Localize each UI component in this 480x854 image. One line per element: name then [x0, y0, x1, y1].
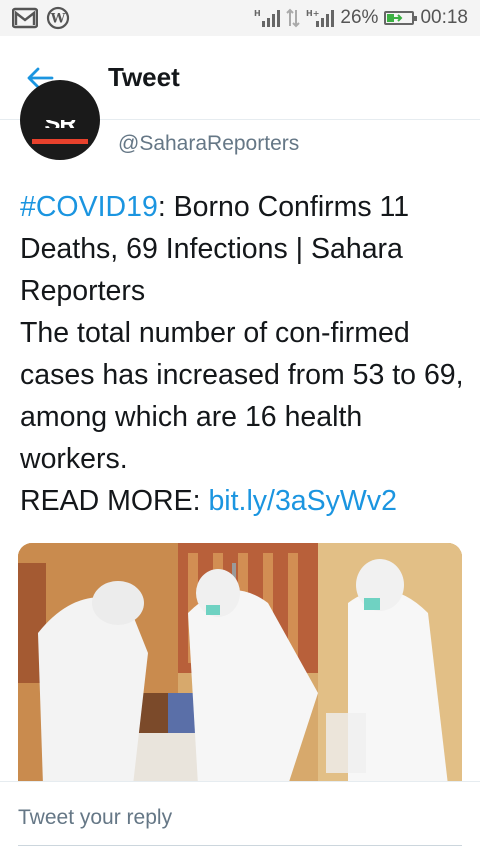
page-title: Tweet	[108, 62, 180, 92]
svg-text:W: W	[50, 12, 66, 27]
hashtag-link[interactable]: #COVID19	[20, 191, 158, 223]
read-more-label: READ MORE:	[20, 485, 209, 517]
author-handle[interactable]: @SaharaReporters	[118, 132, 299, 156]
avatar-initials: SR	[20, 120, 100, 128]
status-right: H H+ 26% 00:18	[254, 7, 468, 29]
reply-input[interactable]: Tweet your reply	[18, 806, 462, 846]
status-bar: W H H+ 26% 00:18	[0, 0, 480, 36]
battery-charging-icon	[384, 11, 418, 25]
article-link[interactable]: bit.ly/3aSyWv2	[208, 485, 396, 517]
wordpress-icon: W	[46, 6, 70, 30]
tweet-text: #COVID19: Borno Confirms 11 Deaths, 69 I…	[20, 186, 468, 522]
svg-text:H: H	[254, 9, 261, 18]
battery-percent: 26%	[340, 7, 379, 28]
signal-icon: H	[254, 8, 281, 28]
status-left: W	[12, 6, 70, 30]
tweet-media-photo[interactable]	[18, 543, 462, 785]
svg-text:H+: H+	[306, 9, 319, 18]
avatar[interactable]: SR	[20, 80, 100, 160]
tweet-author-row: SR @SaharaReporters	[0, 80, 480, 170]
media-illustration	[18, 543, 462, 785]
avatar-logo-bar	[32, 139, 88, 144]
tweet-body: The total number of con-firmed cases has…	[20, 317, 464, 475]
reply-bar: Tweet your reply	[0, 781, 480, 854]
data-transfer-icon	[286, 8, 301, 28]
signal-hplus-icon: H+	[306, 8, 335, 28]
clock: 00:18	[420, 7, 468, 28]
gmail-icon	[12, 7, 38, 29]
